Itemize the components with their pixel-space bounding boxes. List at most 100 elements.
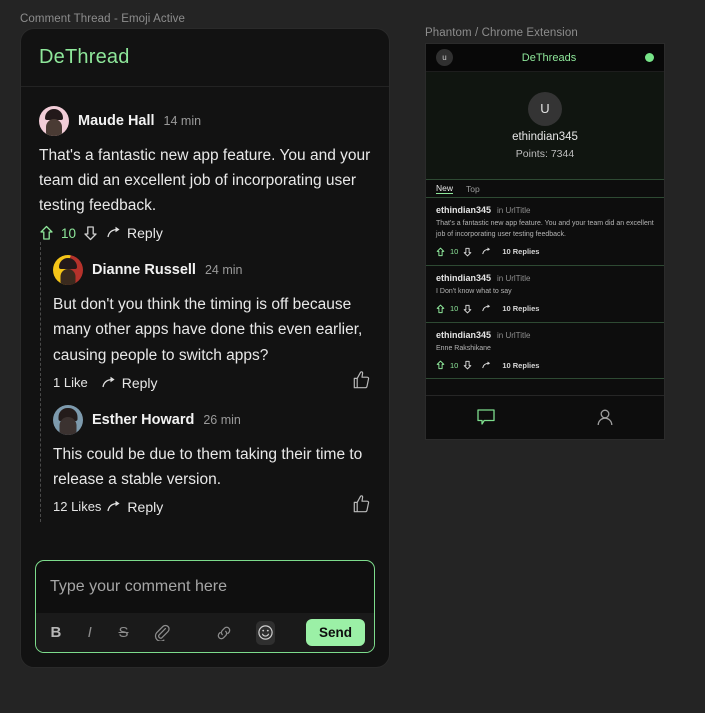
post-header: ethindian345 in UrlTitle [436, 205, 654, 215]
extension-bottom-nav [426, 395, 664, 439]
upvote-icon[interactable] [436, 360, 445, 370]
extension-title: DeThreads [521, 51, 577, 64]
post-body: I Don't know what to say [436, 287, 512, 295]
comment-text: This could be due to them taking their t… [53, 445, 363, 488]
connection-status-indicator [645, 53, 654, 62]
reply-arrow-icon[interactable] [482, 247, 493, 256]
tab-top[interactable]: Top [466, 184, 480, 194]
feed-post-item[interactable]: ethindian345 in UrlTitle That's a fantas… [426, 198, 664, 266]
comment-text: That's a fantastic new app feature. You … [39, 147, 371, 215]
extension-feed: ethindian345 in UrlTitle That's a fantas… [426, 198, 664, 395]
thumbs-up-icon[interactable] [352, 370, 371, 390]
extension-points: Points: 7344 [515, 147, 575, 160]
tab-new[interactable]: New [436, 183, 454, 194]
comment-timestamp: 26 min [203, 412, 241, 427]
link-icon[interactable] [215, 621, 234, 645]
upvote-icon[interactable] [39, 225, 54, 241]
avatar-esther-howard [53, 404, 83, 435]
thread-header: DeThread [21, 29, 389, 87]
strikethrough-button[interactable]: S [118, 624, 130, 641]
chat-bubble-icon [476, 408, 496, 427]
post-author: ethindian345 [436, 205, 492, 215]
comment-header: Esther Howard 26 min [53, 400, 373, 440]
like-count: 12 Likes [53, 499, 102, 515]
reply-label: Reply [127, 498, 164, 515]
attachment-icon[interactable] [151, 621, 170, 645]
post-reply-count: 10 Replies [502, 304, 540, 314]
chrome-extension-panel: u DeThreads U ethindian345 Points: 7344 … [425, 43, 665, 440]
upvote-count: 10 [61, 225, 77, 241]
comment-item: Esther Howard 26 min This could be due t… [21, 400, 389, 522]
nav-item-profile[interactable] [545, 408, 664, 427]
extension-topbar: u DeThreads [426, 44, 664, 72]
post-source: in UrlTitle [497, 330, 531, 340]
person-icon [595, 408, 615, 427]
reply-button[interactable]: Reply [107, 225, 163, 241]
reply-button[interactable]: Reply [102, 375, 158, 391]
reply-arrow-icon [102, 376, 119, 390]
post-actions: 10 10 Replies [436, 247, 654, 257]
upvote-icon[interactable] [436, 304, 445, 314]
thumbs-up-icon[interactable] [352, 494, 371, 514]
comment-composer: Type your comment here B I S Send [35, 560, 375, 653]
comment-actions: 1 Like Reply [53, 368, 373, 398]
post-author: ethindian345 [436, 272, 492, 283]
comment-timestamp: 14 min [163, 114, 202, 128]
reply-arrow-icon[interactable] [482, 361, 493, 370]
upvote-count: 10 [450, 304, 459, 314]
post-author: ethindian345 [436, 329, 492, 340]
avatar-dianne-russell [53, 255, 83, 286]
extension-user-avatar-small[interactable]: u [436, 49, 453, 66]
bold-button[interactable]: B [50, 624, 62, 641]
comment-author: Maude Hall [78, 113, 155, 129]
reply-button[interactable]: Reply [107, 499, 163, 515]
downvote-icon[interactable] [463, 360, 472, 370]
thread-caption: Comment Thread - Emoji Active [20, 13, 186, 25]
post-header: ethindian345 in UrlTitle [436, 273, 654, 283]
comment-author: Dianne Russell [92, 262, 196, 279]
extension-user-avatar[interactable]: U [528, 91, 562, 126]
downvote-icon[interactable] [463, 247, 472, 257]
reply-label: Reply [121, 374, 158, 391]
post-reply-count: 10 Replies [502, 360, 540, 370]
extension-username: ethindian345 [512, 130, 578, 143]
comment-text: But don't you think the timing is off be… [53, 296, 363, 364]
post-actions: 10 10 Replies [436, 304, 654, 314]
downvote-icon[interactable] [83, 225, 98, 241]
nav-item-threads[interactable] [426, 408, 545, 427]
send-button[interactable]: Send [306, 619, 366, 646]
extension-caption: Phantom / Chrome Extension [425, 27, 578, 39]
comment-thread-card: DeThread Maude Hall 14 min That's a fant… [20, 28, 390, 668]
comment-input[interactable]: Type your comment here [36, 561, 374, 613]
app-brand-title: DeThread [39, 46, 130, 68]
downvote-icon[interactable] [463, 304, 472, 314]
upvote-icon[interactable] [436, 247, 445, 257]
comment-header: Maude Hall 14 min [39, 101, 373, 141]
comment-timestamp: 24 min [204, 263, 243, 278]
extension-profile-section: U ethindian345 Points: 7344 [426, 72, 664, 179]
like-count: 1 Like [53, 375, 88, 391]
italic-button[interactable]: I [84, 624, 96, 641]
comment-author: Esther Howard [92, 411, 195, 428]
post-header: ethindian345 in UrlTitle [436, 330, 654, 340]
reply-arrow-icon [107, 500, 124, 514]
thread-comment-list: Maude Hall 14 min That's a fantastic new… [21, 87, 389, 522]
post-body: Enne Rakshikane [436, 344, 491, 352]
reply-arrow-icon[interactable] [482, 304, 493, 313]
comment-item: Maude Hall 14 min That's a fantastic new… [21, 101, 389, 248]
composer-toolbar: B I S Send [36, 613, 374, 652]
comment-item: Dianne Russell 24 min But don't you thin… [21, 250, 389, 397]
post-actions: 10 10 Replies [436, 360, 654, 370]
post-source: in UrlTitle [497, 206, 531, 215]
vote-group: 10 [39, 225, 98, 241]
feed-post-item[interactable]: ethindian345 in UrlTitle I Don't know wh… [426, 266, 664, 323]
post-reply-count: 10 Replies [502, 247, 540, 257]
post-body: That's a fantastic new app feature. You … [436, 220, 654, 238]
upvote-count: 10 [450, 360, 459, 370]
avatar-maude-hall [39, 106, 69, 136]
comment-actions: 10 Reply [39, 218, 373, 248]
comment-header: Dianne Russell 24 min [53, 250, 373, 290]
emoji-icon[interactable] [255, 620, 275, 645]
feed-post-item[interactable]: ethindian345 in UrlTitle Enne Rakshikane… [426, 323, 664, 380]
post-source: in UrlTitle [497, 273, 531, 283]
